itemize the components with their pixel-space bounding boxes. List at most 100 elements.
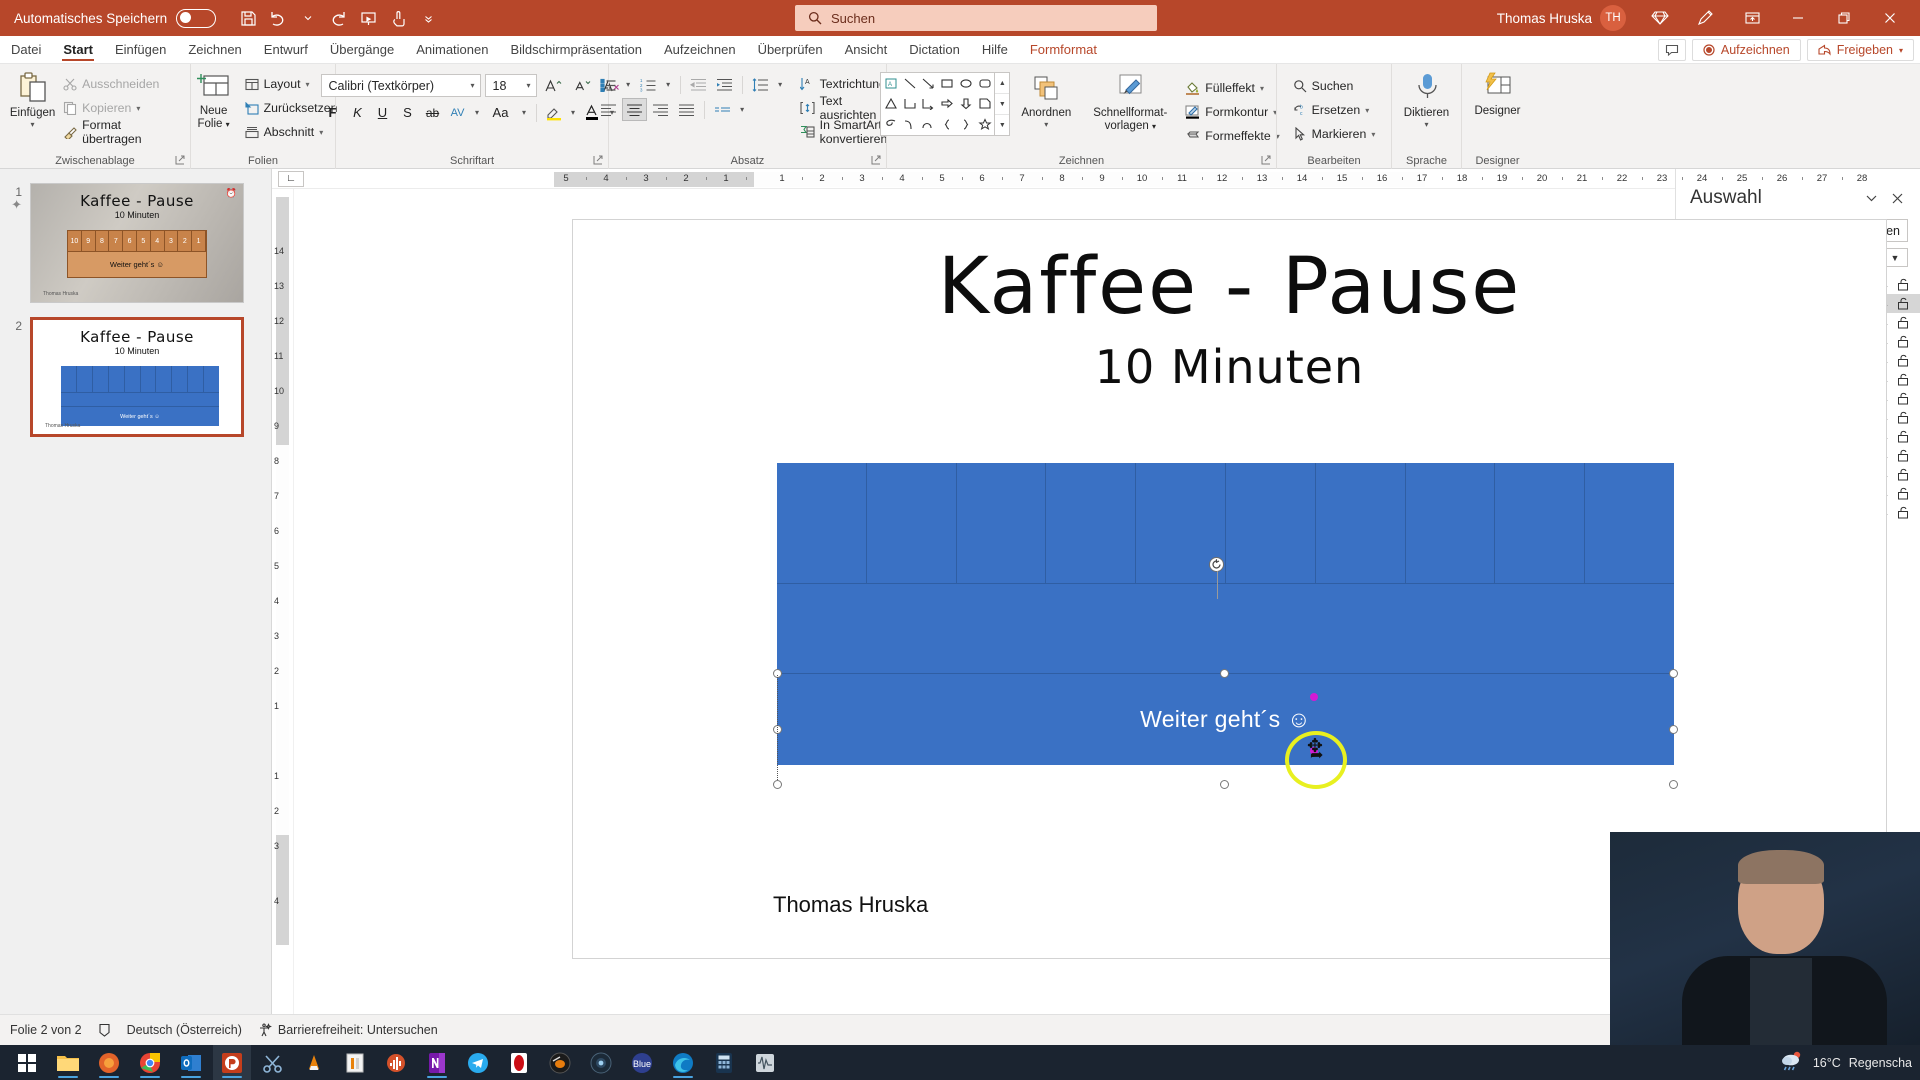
selected-rectangle[interactable]: Weiter geht´s ☺	[777, 673, 1674, 765]
arrange-button[interactable]: Anordnen ▾	[1010, 72, 1082, 129]
line-spacing-button[interactable]	[748, 73, 773, 96]
shape-line-icon[interactable]	[900, 73, 919, 94]
numbering-button[interactable]: 1 2 3	[636, 73, 661, 96]
calculator-icon[interactable]	[705, 1045, 743, 1080]
shape-left-brace-icon[interactable]	[938, 114, 957, 135]
gallery-scroll-up-icon[interactable]: ▲	[995, 73, 1010, 94]
tab-datei[interactable]: Datei	[0, 36, 52, 63]
tab-dictation[interactable]: Dictation	[898, 36, 971, 63]
autosave-toggle[interactable]	[176, 8, 217, 28]
pane-close-icon[interactable]	[1884, 185, 1910, 211]
shape-down-arrow-icon[interactable]	[957, 94, 976, 115]
lock-icon[interactable]	[1892, 278, 1914, 291]
edge-icon[interactable]	[664, 1045, 702, 1080]
record-button[interactable]: Aufzeichnen	[1691, 39, 1801, 61]
highlight-chevron-icon[interactable]: ▾	[567, 101, 580, 124]
firefox-icon[interactable]	[90, 1045, 128, 1080]
slide-subtitle[interactable]: 10 Minuten	[573, 340, 1886, 394]
tab-zeichnen[interactable]: Zeichnen	[177, 36, 252, 63]
shape-elbow-connector-icon[interactable]	[900, 94, 919, 115]
align-center-button[interactable]	[621, 98, 647, 121]
shapes-gallery-scroll[interactable]: ▲ ▼ ▼	[995, 72, 1011, 136]
slide-author[interactable]: Thomas Hruska	[773, 892, 928, 918]
shape-textbox-icon[interactable]: A	[881, 73, 900, 94]
dictate-button[interactable]: Diktieren ▾	[1399, 68, 1455, 129]
increase-font-size-icon[interactable]	[541, 74, 566, 97]
change-case-button[interactable]: Aa	[485, 101, 517, 124]
lock-icon[interactable]	[1892, 392, 1914, 405]
text-highlight-icon[interactable]	[542, 101, 566, 124]
start-presentation-icon[interactable]	[354, 5, 382, 31]
tab-entwurf[interactable]: Entwurf	[253, 36, 319, 63]
tab-hilfe[interactable]: Hilfe	[971, 36, 1019, 63]
tab-ansicht[interactable]: Ansicht	[834, 36, 899, 63]
horizontal-ruler[interactable]: ∟ 5 4 3 2 1 1 2 3 4 5 6 7 8 9 10 11 12 1…	[272, 169, 1867, 189]
language-indicator[interactable]: Deutsch (Österreich)	[127, 1023, 242, 1037]
weather-widget[interactable]: 16°C Regenscha	[1779, 1050, 1912, 1075]
replace-button[interactable]: b c Ersetzen ▾	[1290, 98, 1373, 122]
shape-scribble-icon[interactable]	[881, 114, 900, 135]
blender-icon[interactable]	[541, 1045, 579, 1080]
shape-curve-icon[interactable]	[900, 114, 919, 135]
lock-icon[interactable]	[1892, 411, 1914, 424]
shape-elbow-arrow-icon[interactable]	[919, 94, 938, 115]
shape-flowchart-icon[interactable]	[975, 94, 994, 115]
media-player-icon[interactable]	[336, 1045, 374, 1080]
strikethrough-button[interactable]: ab	[421, 101, 445, 124]
character-spacing-chevron-icon[interactable]: ▾	[471, 101, 484, 124]
shape-effects-button[interactable]: Formeffekte ▾	[1182, 124, 1282, 148]
copy-button[interactable]: Kopieren ▾	[60, 96, 185, 120]
shape-outline-button[interactable]: Formkontur ▾	[1182, 100, 1282, 124]
start-button[interactable]	[8, 1045, 46, 1080]
shape-fill-button[interactable]: Fülleffekt ▾	[1182, 76, 1282, 100]
opera-icon[interactable]	[500, 1045, 538, 1080]
lock-icon[interactable]	[1892, 430, 1914, 443]
columns-chevron-icon[interactable]: ▾	[736, 98, 749, 121]
italic-button[interactable]: K	[346, 101, 370, 124]
font-dialog-launcher[interactable]	[592, 154, 604, 166]
quick-styles-button[interactable]: Schnellformat- vorlagen ▾	[1082, 72, 1178, 133]
bullets-chevron-icon[interactable]: ▾	[622, 73, 635, 96]
redo-icon[interactable]	[324, 5, 352, 31]
increase-indent-button[interactable]	[712, 73, 737, 96]
format-painter-button[interactable]: Format übertragen	[60, 118, 185, 146]
accessibility-status[interactable]: Barrierefreiheit: Untersuchen	[258, 1023, 438, 1037]
undo-chevron-icon[interactable]	[294, 5, 322, 31]
font-name-select[interactable]: Calibri (Textkörper) ▾	[320, 74, 481, 97]
telegram-icon[interactable]	[459, 1045, 497, 1080]
tab-formformat[interactable]: Formformat	[1019, 36, 1108, 63]
gallery-scroll-down-icon[interactable]: ▼	[995, 94, 1010, 115]
slide-thumbnail-panel[interactable]: 1 ✦ Kaffee - Pause 10 Minuten 10 9 8 7 6…	[0, 169, 272, 1014]
shape-rounded-rect-icon[interactable]	[975, 73, 994, 94]
tab-ueberpruefen[interactable]: Überprüfen	[747, 36, 834, 63]
shape-right-arrow-icon[interactable]	[938, 94, 957, 115]
resize-handle-bc[interactable]	[1220, 780, 1229, 789]
lock-icon[interactable]	[1892, 468, 1914, 481]
undo-icon[interactable]	[264, 5, 292, 31]
tab-bildschirmpraesentation[interactable]: Bildschirmpräsentation	[499, 36, 653, 63]
resize-handle-br[interactable]	[1669, 780, 1678, 789]
comments-icon[interactable]	[1657, 39, 1686, 61]
columns-button[interactable]	[710, 98, 735, 121]
decrease-font-size-icon[interactable]	[570, 74, 595, 97]
vlc-icon[interactable]	[295, 1045, 333, 1080]
character-spacing-button[interactable]: AV	[446, 101, 470, 124]
shape-triangle-icon[interactable]	[881, 94, 900, 115]
tab-aufzeichnen[interactable]: Aufzeichnen	[653, 36, 747, 63]
cut-button[interactable]: Ausschneiden	[60, 72, 185, 96]
lock-icon[interactable]	[1892, 316, 1914, 329]
tab-start[interactable]: Start	[52, 36, 104, 63]
slide-title[interactable]: Kaffee - Pause	[573, 248, 1886, 326]
chrome-icon[interactable]	[131, 1045, 169, 1080]
powerpoint-icon[interactable]	[213, 1045, 251, 1080]
segmented-rectangle-row[interactable]	[777, 463, 1674, 583]
drawing-dialog-launcher[interactable]	[1260, 154, 1272, 166]
bluej-icon[interactable]: Blue	[623, 1045, 661, 1080]
line-spacing-chevron-icon[interactable]: ▾	[774, 73, 787, 96]
middle-rectangle[interactable]	[777, 557, 1674, 673]
slide-indicator[interactable]: Folie 2 von 2	[10, 1023, 82, 1037]
shapes-gallery[interactable]: A ▲ ▼ ▼	[880, 72, 1011, 136]
vertical-ruler[interactable]: 14 13 12 11 10 9 8 7 6 5 4 3 2 1 1 2 3 4	[272, 189, 294, 1014]
tab-stop-selector[interactable]: ∟	[278, 170, 304, 187]
tab-uebergaenge[interactable]: Übergänge	[319, 36, 405, 63]
